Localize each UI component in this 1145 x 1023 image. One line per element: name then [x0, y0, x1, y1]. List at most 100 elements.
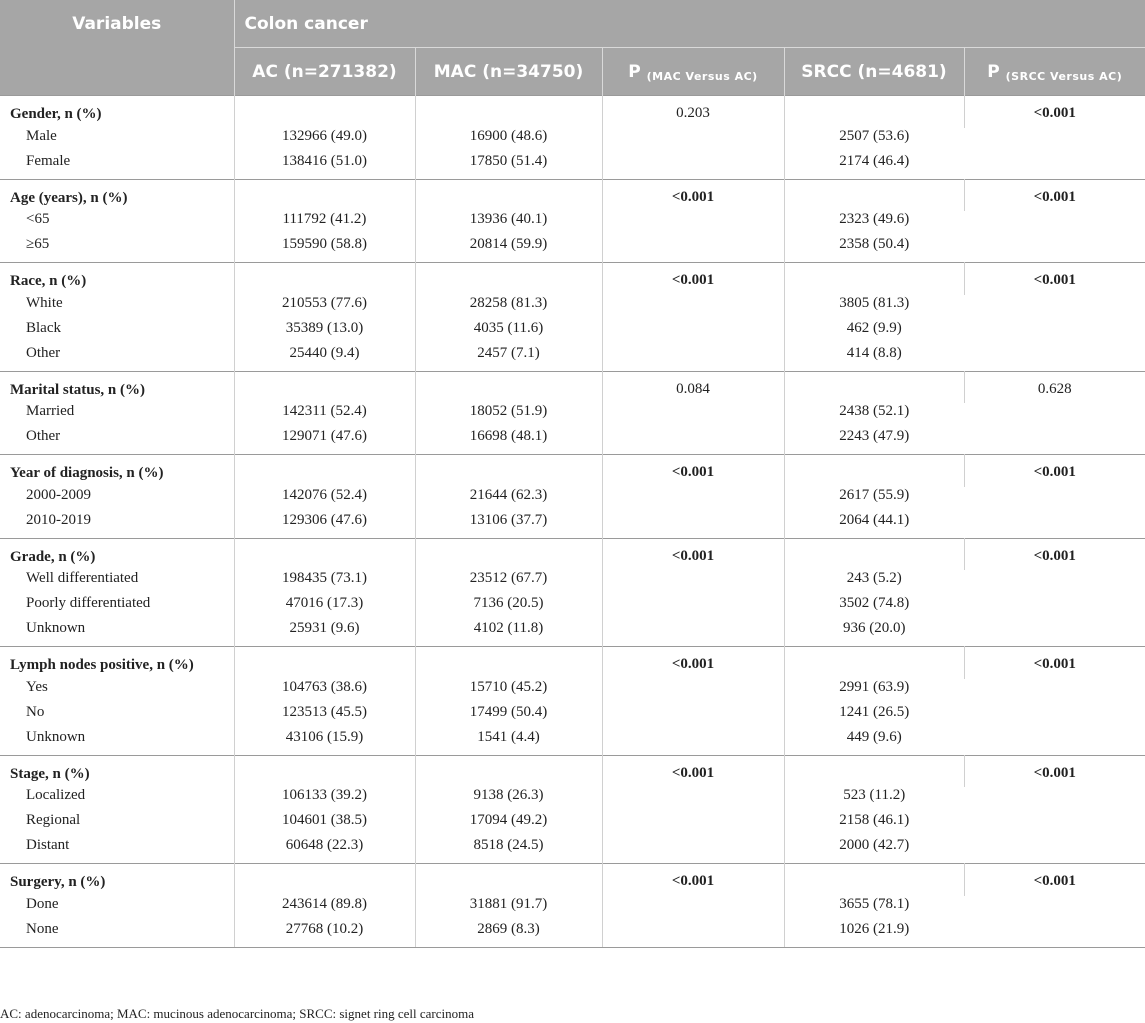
empty-cell — [784, 863, 965, 896]
mac-value: 15710 (45.2) — [415, 678, 603, 704]
srcc-value: 3805 (81.3) — [839, 294, 910, 311]
mac-value: 17499 (50.4) — [415, 703, 603, 729]
table-row: Surgery, n (%) <0.001 <0.001 — [0, 863, 1145, 948]
row-label: Unknown — [0, 620, 235, 647]
empty-cell — [784, 262, 965, 295]
srcc-value: 2358 (50.4) — [839, 236, 910, 252]
empty-cell — [784, 370, 965, 403]
row-label: Done — [0, 895, 235, 921]
ac-value: 243614 (89.8) — [234, 895, 416, 921]
ac-value: 159590 (58.8) — [234, 236, 416, 263]
empty-cell — [234, 95, 416, 128]
ac-value: 123513 (45.5) — [234, 703, 416, 729]
empty-cell — [415, 863, 603, 896]
ac-value: 129071 (47.6) — [234, 428, 416, 455]
srcc-value: 2438 (52.1) — [839, 403, 910, 419]
group-label: Age (years), n (%) — [0, 178, 235, 211]
ac-value: 198435 (73.1) — [234, 570, 416, 595]
ac-value: 60648 (22.3) — [234, 837, 416, 864]
p-value-mac: <0.001 — [602, 454, 785, 538]
table-body: Gender, n (%) 0.203 <0.001 Male 132966 (49.0… — [0, 95, 1145, 948]
row-label: Other — [0, 344, 235, 371]
srcc-header: SRCC (n=4681) — [784, 47, 965, 96]
empty-cell — [415, 537, 603, 570]
row-label: Other — [0, 428, 235, 455]
group-label: Year of diagnosis, n (%) — [0, 454, 235, 487]
baseline-characteristics-table: Variables Colon cancer AC (n=271382) MAC… — [0, 0, 1145, 948]
srcc-value: 2243 (47.9) — [839, 428, 910, 444]
row-label: Localized — [0, 787, 235, 812]
empty-cell — [415, 646, 603, 679]
table-row: Gender, n (%) 0.203 <0.001 — [0, 95, 1145, 179]
srcc-value: 2617 (55.9) — [839, 486, 910, 503]
p-srcc-header-sub: (SRCC Versus AC) — [1005, 69, 1123, 83]
srcc-value: 1241 (26.5) — [839, 703, 910, 720]
row-label: Well differentiated — [0, 570, 235, 595]
srcc-value: 243 (5.2) — [846, 570, 902, 586]
group-label: Stage, n (%) — [0, 754, 235, 787]
ac-value: 142076 (52.4) — [234, 486, 416, 512]
row-label: Regional — [0, 812, 235, 837]
ac-value: 104763 (38.6) — [234, 678, 416, 704]
mac-value: 17094 (49.2) — [415, 812, 603, 837]
mac-value: 28258 (81.3) — [415, 294, 603, 320]
group-label: Lymph nodes positive, n (%) — [0, 646, 235, 679]
mac-value: 16900 (48.6) — [415, 127, 603, 153]
mac-value: 17850 (51.4) — [415, 152, 603, 179]
mac-value: 23512 (67.7) — [415, 570, 603, 595]
empty-cell — [415, 454, 603, 487]
row-label: Yes — [0, 678, 235, 704]
srcc-value: 2507 (53.6) — [839, 127, 910, 144]
empty-cell — [234, 537, 416, 570]
row-label: Unknown — [0, 728, 235, 755]
p-value-mac: <0.001 — [602, 646, 785, 755]
mac-value: 1541 (4.4) — [415, 728, 603, 755]
row-label: Married — [0, 403, 235, 428]
ac-value: 27768 (10.2) — [234, 920, 416, 948]
variables-header: Variables — [0, 0, 235, 96]
srcc-value: 2174 (46.4) — [839, 152, 910, 169]
srcc-value: 2991 (63.9) — [839, 678, 910, 695]
p-mac-header-sub: (MAC Versus AC) — [646, 69, 758, 83]
ac-value: 35389 (13.0) — [234, 319, 416, 345]
row-label: Male — [0, 127, 235, 153]
srcc-value: 523 (11.2) — [843, 787, 906, 803]
p-value-mac: <0.001 — [602, 754, 785, 864]
empty-cell — [234, 454, 416, 487]
ac-header: AC (n=271382) — [234, 47, 416, 96]
p-value-srcc: <0.001 — [964, 537, 1145, 647]
table-row: Race, n (%) <0.001 <0.001 — [0, 262, 1145, 371]
mac-value: 7136 (20.5) — [415, 595, 603, 620]
srcc-value: 936 (20.0) — [843, 620, 906, 636]
ac-value: 132966 (49.0) — [234, 127, 416, 153]
srcc-value: 1026 (21.9) — [784, 920, 964, 948]
mac-value: 13106 (37.7) — [415, 511, 603, 538]
p-value-srcc: <0.001 — [964, 262, 1145, 371]
mac-value: 8518 (24.5) — [415, 837, 603, 864]
empty-cell — [415, 178, 603, 211]
mac-value: 16698 (48.1) — [415, 428, 603, 455]
group-label: Race, n (%) — [0, 262, 235, 295]
ac-value: 138416 (51.0) — [234, 152, 416, 179]
mac-value: 18052 (51.9) — [415, 403, 603, 428]
ac-value: 210553 (77.6) — [234, 294, 416, 320]
empty-cell — [234, 863, 416, 896]
mac-value: 4035 (11.6) — [415, 319, 603, 345]
empty-cell — [415, 95, 603, 128]
empty-cell — [784, 178, 965, 211]
srcc-value: 414 (8.8) — [846, 344, 902, 361]
p-srcc-header-main: P — [987, 61, 1000, 82]
table-row: Lymph nodes positive, n (%) <0.001 <0.001 — [0, 646, 1145, 755]
mac-header: MAC (n=34750) — [415, 47, 603, 96]
mac-value: 31881 (91.7) — [415, 895, 603, 921]
mac-value: 2457 (7.1) — [415, 344, 603, 371]
empty-cell — [415, 262, 603, 295]
p-value-mac: <0.001 — [602, 262, 785, 371]
p-mac-header: P (MAC Versus AC) — [602, 47, 785, 96]
srcc-value: 2158 (46.1) — [839, 812, 910, 828]
ac-value: 25440 (9.4) — [234, 344, 416, 371]
ac-value: 129306 (47.6) — [234, 511, 416, 538]
p-value-srcc: <0.001 — [964, 178, 1145, 263]
footnote: AC: adenocarcinoma; MAC: mucinous adenoc… — [0, 1006, 475, 1021]
mac-value: 9138 (26.3) — [415, 787, 603, 812]
